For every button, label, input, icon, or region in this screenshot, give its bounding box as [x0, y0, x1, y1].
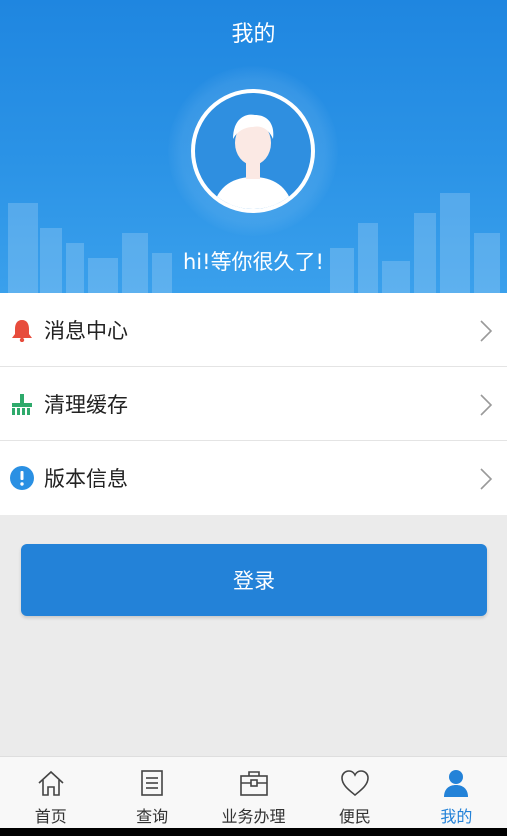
- heart-icon: [339, 767, 371, 799]
- page-title: 我的: [231, 22, 276, 47]
- chevron-right-icon: [480, 394, 493, 416]
- tab-business[interactable]: 业务办理: [203, 757, 304, 828]
- tab-mine[interactable]: 我的: [406, 757, 507, 828]
- person-icon: [440, 767, 472, 799]
- avatar[interactable]: [191, 89, 315, 213]
- user-silhouette-icon: [213, 114, 293, 209]
- tab-label: 首页: [34, 807, 67, 826]
- tab-query[interactable]: 查询: [101, 757, 202, 828]
- menu-item-version-info[interactable]: 版本信息: [0, 441, 507, 515]
- menu-item-label: 消息中心: [44, 318, 128, 343]
- tab-label: 我的: [440, 807, 473, 826]
- tab-convenience[interactable]: 便民: [304, 757, 405, 828]
- system-nav-bar: [0, 828, 507, 836]
- chevron-right-icon: [480, 320, 493, 342]
- greeting-text: hi!等你很久了!: [183, 250, 324, 274]
- menu-item-label: 清理缓存: [44, 392, 128, 417]
- tab-label: 便民: [338, 807, 371, 826]
- document-icon: [136, 767, 168, 799]
- login-button[interactable]: 登录: [21, 544, 487, 616]
- menu-item-clear-cache[interactable]: 清理缓存: [0, 367, 507, 441]
- tab-home[interactable]: 首页: [0, 757, 101, 828]
- broom-icon: [10, 392, 34, 416]
- info-icon: [10, 466, 34, 490]
- chevron-right-icon: [480, 468, 493, 490]
- home-icon: [35, 767, 67, 799]
- briefcase-icon: [238, 767, 270, 799]
- profile-header: 我的 hi!等你很久了!: [0, 0, 507, 293]
- bottom-tab-bar: 首页 查询 业务办理 便民 我的: [0, 756, 507, 828]
- bell-icon: [10, 318, 34, 342]
- menu-item-message-center[interactable]: 消息中心: [0, 293, 507, 367]
- menu-item-label: 版本信息: [44, 467, 128, 491]
- settings-menu: 消息中心 清理缓存 版本信息: [0, 293, 507, 515]
- tab-label: 业务办理: [221, 807, 286, 826]
- tab-label: 查询: [136, 807, 169, 826]
